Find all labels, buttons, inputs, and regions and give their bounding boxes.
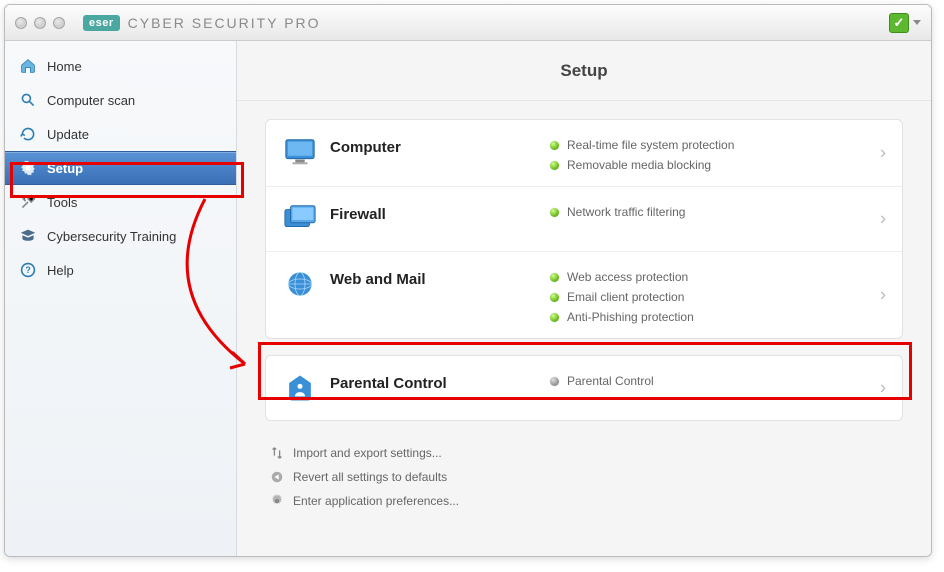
titlebar: eser CYBER SECURITY PRO ✓ xyxy=(5,5,931,41)
sidebar-item-setup[interactable]: Setup xyxy=(5,151,236,185)
sidebar-item-scan[interactable]: Computer scan xyxy=(5,83,236,117)
close-window-button[interactable] xyxy=(15,17,27,29)
status-dot-on-icon xyxy=(550,293,559,302)
card-title: Firewall xyxy=(330,201,550,223)
page-title: Setup xyxy=(237,41,931,101)
import-export-link[interactable]: Import and export settings... xyxy=(269,441,899,465)
card-title: Web and Mail xyxy=(330,266,550,288)
training-icon xyxy=(19,227,37,245)
feature-label: Parental Control xyxy=(567,374,654,388)
minimize-window-button[interactable] xyxy=(34,17,46,29)
feature-label: Real-time file system protection xyxy=(567,138,734,152)
sidebar-item-label: Computer scan xyxy=(47,93,135,108)
feature-item: Parental Control xyxy=(550,374,886,388)
sidebar-item-training[interactable]: Cybersecurity Training xyxy=(5,219,236,253)
svg-text:?: ? xyxy=(25,265,30,275)
content-area: Home Computer scan Update Setup xyxy=(5,41,931,556)
setup-card-parental[interactable]: Parental Control Parental Control › xyxy=(266,356,902,420)
revert-defaults-link[interactable]: Revert all settings to defaults xyxy=(269,465,899,489)
card-title: Parental Control xyxy=(330,370,550,392)
sidebar-item-label: Update xyxy=(47,127,89,142)
preferences-gear-icon xyxy=(269,493,285,509)
setup-card-computer[interactable]: Computer Real-time file system protectio… xyxy=(266,120,902,187)
chevron-right-icon: › xyxy=(880,143,886,164)
firewall-icon xyxy=(282,201,318,237)
feature-label: Network traffic filtering xyxy=(567,205,685,219)
parental-card-group: Parental Control Parental Control › xyxy=(265,355,903,421)
chevron-right-icon: › xyxy=(880,378,886,399)
setup-card-group: Computer Real-time file system protectio… xyxy=(265,119,903,339)
window-controls xyxy=(15,17,65,29)
sidebar-item-help[interactable]: ? Help xyxy=(5,253,236,287)
chevron-right-icon: › xyxy=(880,209,886,230)
link-label: Import and export settings... xyxy=(293,446,442,460)
sidebar: Home Computer scan Update Setup xyxy=(5,41,237,556)
sidebar-item-label: Tools xyxy=(47,195,77,210)
zoom-window-button[interactable] xyxy=(53,17,65,29)
feature-item: Anti-Phishing protection xyxy=(550,310,886,324)
sidebar-item-home[interactable]: Home xyxy=(5,49,236,83)
feature-item: Email client protection xyxy=(550,290,886,304)
status-dropdown-chevron-icon[interactable] xyxy=(913,20,921,25)
status-dot-on-icon xyxy=(550,208,559,217)
feature-item: Removable media blocking xyxy=(550,158,886,172)
preferences-link[interactable]: Enter application preferences... xyxy=(269,489,899,513)
setup-links: Import and export settings... Revert all… xyxy=(265,437,903,517)
status-dot-on-icon xyxy=(550,161,559,170)
monitor-icon xyxy=(282,134,318,170)
feature-item: Network traffic filtering xyxy=(550,205,886,219)
chevron-right-icon: › xyxy=(880,285,886,306)
brand-badge: eser xyxy=(83,15,120,31)
revert-icon xyxy=(269,469,285,485)
import-export-icon xyxy=(269,445,285,461)
globe-icon xyxy=(282,266,318,302)
main-content: Computer Real-time file system protectio… xyxy=(237,101,931,556)
feature-label: Web access protection xyxy=(567,270,688,284)
feature-list: Parental Control xyxy=(550,370,886,388)
sidebar-item-label: Home xyxy=(47,59,82,74)
feature-item: Real-time file system protection xyxy=(550,138,886,152)
tools-icon xyxy=(19,193,37,211)
update-icon xyxy=(19,125,37,143)
link-label: Revert all settings to defaults xyxy=(293,470,447,484)
main-panel: Setup Computer Real-time file system pro… xyxy=(237,41,931,556)
status-dot-on-icon xyxy=(550,141,559,150)
sidebar-item-label: Help xyxy=(47,263,74,278)
sidebar-item-tools[interactable]: Tools xyxy=(5,185,236,219)
feature-list: Web access protection Email client prote… xyxy=(550,266,886,324)
status-dot-off-icon xyxy=(550,377,559,386)
feature-label: Email client protection xyxy=(567,290,684,304)
home-icon xyxy=(19,57,37,75)
link-label: Enter application preferences... xyxy=(293,494,459,508)
app-window: eser CYBER SECURITY PRO ✓ Home Computer … xyxy=(4,4,932,557)
parental-icon xyxy=(282,370,318,406)
status-dot-on-icon xyxy=(550,273,559,282)
sidebar-item-update[interactable]: Update xyxy=(5,117,236,151)
feature-label: Removable media blocking xyxy=(567,158,711,172)
sidebar-item-label: Cybersecurity Training xyxy=(47,229,176,244)
status-dot-on-icon xyxy=(550,313,559,322)
setup-card-web-mail[interactable]: Web and Mail Web access protection Email… xyxy=(266,252,902,338)
feature-list: Real-time file system protection Removab… xyxy=(550,134,886,172)
feature-label: Anti-Phishing protection xyxy=(567,310,694,324)
scan-icon xyxy=(19,91,37,109)
card-title: Computer xyxy=(330,134,550,156)
help-icon: ? xyxy=(19,261,37,279)
app-title: CYBER SECURITY PRO xyxy=(128,15,321,31)
protection-status-icon[interactable]: ✓ xyxy=(889,13,909,33)
gear-icon xyxy=(19,159,37,177)
feature-list: Network traffic filtering xyxy=(550,201,886,219)
setup-card-firewall[interactable]: Firewall Network traffic filtering › xyxy=(266,187,902,252)
feature-item: Web access protection xyxy=(550,270,886,284)
sidebar-item-label: Setup xyxy=(47,161,83,176)
